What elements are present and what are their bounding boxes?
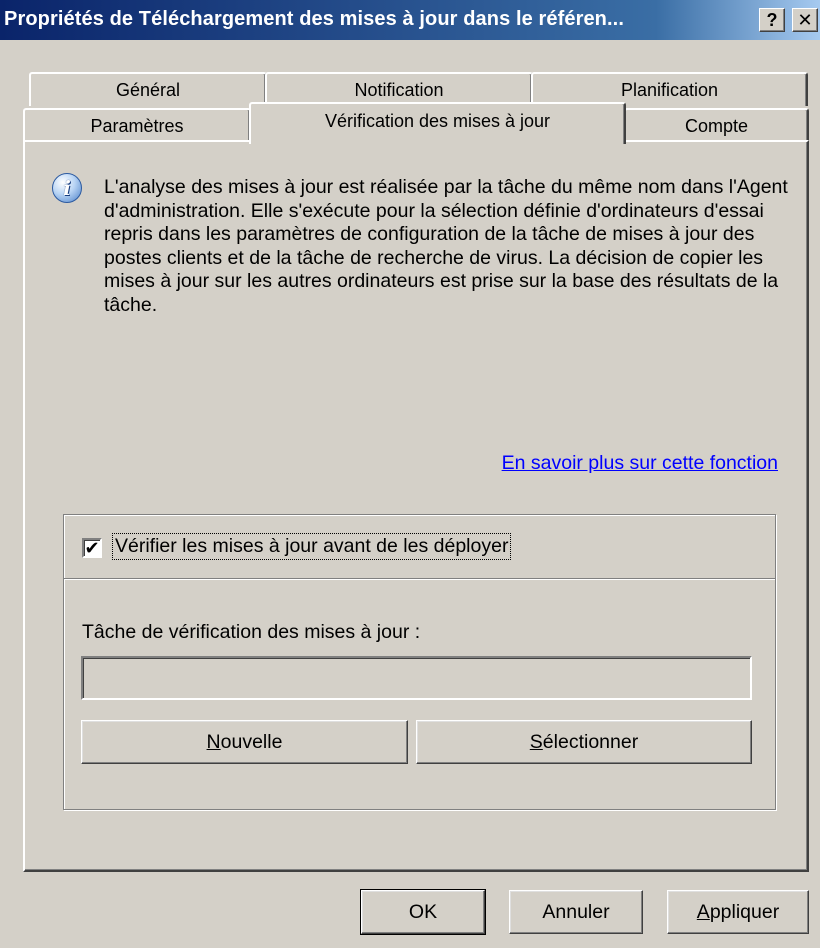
ok-button[interactable]: OK	[360, 889, 486, 935]
apply-button[interactable]: Appliquer	[667, 890, 809, 934]
ok-label: OK	[408, 901, 438, 923]
tab-planification[interactable]: Planification	[531, 72, 808, 106]
tab-planification-label: Planification	[620, 80, 719, 100]
tab-compte-label: Compte	[684, 116, 749, 136]
task-field[interactable]	[81, 656, 752, 700]
verify-checkbox[interactable]: ✔	[82, 538, 102, 558]
title-bar[interactable]: Propriétés de Téléchargement des mises à…	[0, 0, 820, 40]
cancel-button[interactable]: Annuler	[509, 890, 643, 934]
select-task-button[interactable]: Sélectionner	[416, 720, 752, 764]
info-icon: i	[52, 173, 82, 203]
select-button-label: électionner	[542, 731, 639, 753]
window-title: Propriétés de Téléchargement des mises à…	[4, 8, 624, 30]
tab-notification[interactable]: Notification	[265, 72, 533, 106]
cancel-label: Annuler	[542, 901, 610, 923]
tab-notification-label: Notification	[354, 80, 444, 100]
close-icon: ✕	[797, 10, 813, 30]
task-field-label: Tâche de vérification des mises à jour :	[82, 621, 421, 643]
tab-parametres[interactable]: Paramètres	[23, 108, 251, 142]
new-task-button[interactable]: Nouvelle	[81, 720, 408, 764]
learn-more-link[interactable]: En savoir plus sur cette fonction	[502, 452, 778, 475]
info-description: L'analyse des mises à jour est réalisée …	[104, 176, 788, 316]
help-button[interactable]: ?	[759, 8, 785, 32]
new-button-label: ouvelle	[220, 731, 283, 753]
apply-label: ppliquer	[709, 901, 780, 923]
tab-general[interactable]: Général	[29, 72, 267, 106]
group-divider	[64, 578, 775, 580]
close-button[interactable]: ✕	[792, 8, 818, 32]
tab-verification[interactable]: Vérification des mises à jour	[249, 102, 626, 144]
apply-mnemonic: A	[696, 901, 710, 923]
check-icon: ✔	[84, 538, 100, 558]
tab-parametres-label: Paramètres	[90, 116, 184, 136]
tab-verification-label: Vérification des mises à jour	[324, 111, 551, 131]
tab-general-label: Général	[115, 80, 181, 100]
tab-compte[interactable]: Compte	[624, 108, 809, 142]
verify-checkbox-label[interactable]: Vérifier les mises à jour avant de les d…	[111, 533, 512, 560]
properties-dialog: Propriétés de Téléchargement des mises à…	[0, 0, 820, 948]
new-button-mnemonic: N	[206, 731, 221, 753]
select-button-mnemonic: S	[529, 731, 543, 753]
